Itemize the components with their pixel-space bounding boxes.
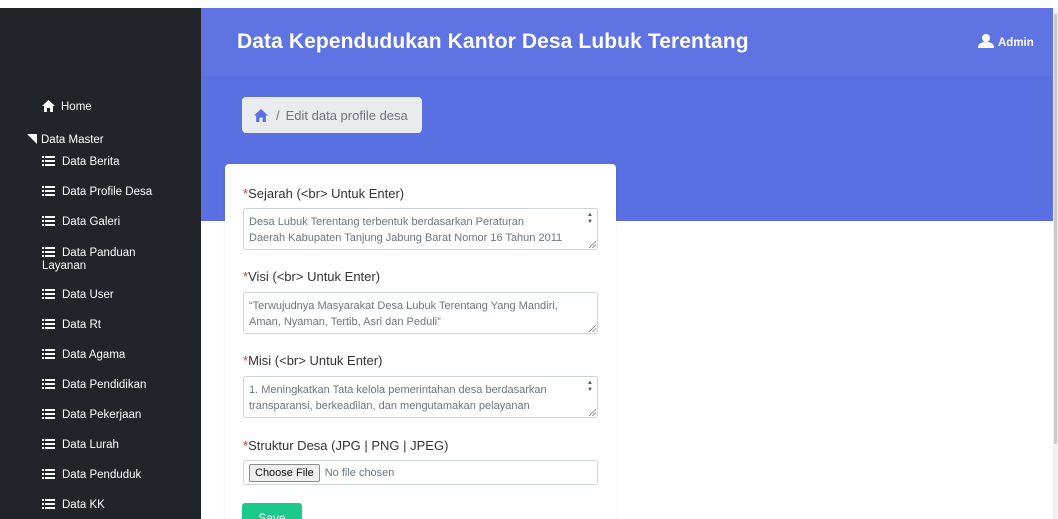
sidebar-item-label: Data Profile Desa	[62, 186, 153, 198]
sidebar-item-label: Data Agama	[62, 349, 126, 361]
caret-down-icon	[27, 134, 37, 148]
sidebar-item-data-kk[interactable]: Data KK	[0, 498, 201, 519]
resize-handle-icon[interactable]	[589, 325, 596, 332]
struktur-label-text: Struktur Desa (JPG | PNG | JPEG)	[248, 438, 449, 453]
breadcrumb-current: Edit data profile desa	[285, 107, 408, 123]
user-icon	[977, 34, 995, 51]
visi-label: *Visi (<br> Untuk Enter)	[243, 269, 380, 284]
sidebar-item-label: Data Lurah	[62, 439, 119, 451]
sidebar-item-data-agama[interactable]: Data Agama	[0, 348, 201, 376]
resize-handle-icon[interactable]	[589, 409, 596, 416]
sejarah-label: *Sejarah (<br> Untuk Enter)	[243, 186, 404, 201]
save-button[interactable]: Save	[242, 503, 302, 519]
sidebar-item-label: Data Rt	[62, 319, 101, 331]
scroll-arrows-icon[interactable]: ▲ ▼	[586, 380, 594, 394]
home-icon[interactable]	[254, 108, 268, 122]
sidebar-item-label: Data Galeri	[62, 216, 121, 228]
sidebar-item-label: Data Pekerjaan	[62, 409, 142, 421]
user-name: Admin	[998, 36, 1034, 49]
sidebar-item-data-lurah[interactable]: Data Lurah	[0, 438, 201, 466]
sidebar-item-data-master[interactable]: Data Master	[0, 132, 201, 148]
page-title: Data Kependudukan Kantor Desa Lubuk Tere…	[237, 30, 749, 53]
visi-textarea[interactable]: “Terwujudnya Masyarakat Desa Lubuk Teren…	[243, 292, 598, 334]
sidebar-item-data-pendidikan[interactable]: Data Pendidikan	[0, 378, 201, 406]
sejarah-label-text: Sejarah (<br> Untuk Enter)	[248, 186, 405, 201]
sidebar-item-label: Data Berita	[62, 156, 120, 168]
sidebar-item-data-profile-desa[interactable]: Data Profile Desa	[0, 185, 201, 213]
sidebar-item-data-galeri[interactable]: Data Galeri	[0, 215, 201, 243]
breadcrumb-separator: /	[276, 107, 280, 123]
sidebar-item-data-pekerjaan[interactable]: Data Pekerjaan	[0, 408, 201, 436]
misi-textarea[interactable]: 1. Meningkatkan Tata kelola pemerintahan…	[243, 376, 598, 418]
visi-value: “Terwujudnya Masyarakat Desa Lubuk Teren…	[249, 300, 558, 328]
scrollbar-thumb[interactable]	[1054, 14, 1057, 444]
sidebar-item-label: Data Penduduk	[62, 469, 142, 481]
sidebar-item-data-berita[interactable]: Data Berita	[0, 155, 201, 183]
file-status: No file chosen	[324, 466, 395, 479]
sidebar-item-label: Data Pendidikan	[62, 379, 147, 391]
struktur-file-input[interactable]: Choose File No file chosen	[243, 460, 598, 485]
breadcrumb: / Edit data profile desa	[242, 97, 422, 133]
choose-file-button[interactable]: Choose File	[249, 463, 320, 482]
sidebar-item-home[interactable]: Home	[0, 100, 201, 116]
sidebar-item-label: Data Master	[41, 134, 104, 146]
sidebar-item-label: Home	[61, 101, 92, 113]
misi-value: 1. Meningkatkan Tata kelola pemerintahan…	[249, 384, 547, 412]
sidebar-item-label: Data User	[62, 289, 114, 301]
struktur-label: *Struktur Desa (JPG | PNG | JPEG)	[243, 438, 448, 453]
misi-label-text: Misi (<br> Untuk Enter)	[248, 353, 383, 368]
sidebar-item-data-rt[interactable]: Data Rt	[0, 318, 201, 346]
sejarah-value: Desa Lubuk Terentang terbentuk berdasark…	[249, 216, 563, 244]
sidebar-item-label: Data KK	[62, 499, 105, 511]
resize-handle-icon[interactable]	[589, 241, 596, 248]
sidebar-item-data-user[interactable]: Data User	[0, 288, 201, 316]
sejarah-textarea[interactable]: Desa Lubuk Terentang terbentuk berdasark…	[243, 208, 598, 250]
sidebar-item-label: Data Panduan Layanan	[42, 247, 136, 272]
misi-label: *Misi (<br> Untuk Enter)	[243, 353, 382, 368]
sidebar-item-data-panduan-layanan[interactable]: Data Panduan Layanan	[0, 246, 201, 274]
home-icon	[42, 100, 55, 116]
visi-label-text: Visi (<br> Untuk Enter)	[248, 269, 381, 284]
scroll-arrows-icon[interactable]: ▲ ▼	[586, 212, 594, 226]
sidebar-item-data-penduduk[interactable]: Data Penduduk	[0, 468, 201, 496]
user-menu[interactable]: Admin	[977, 34, 1034, 51]
